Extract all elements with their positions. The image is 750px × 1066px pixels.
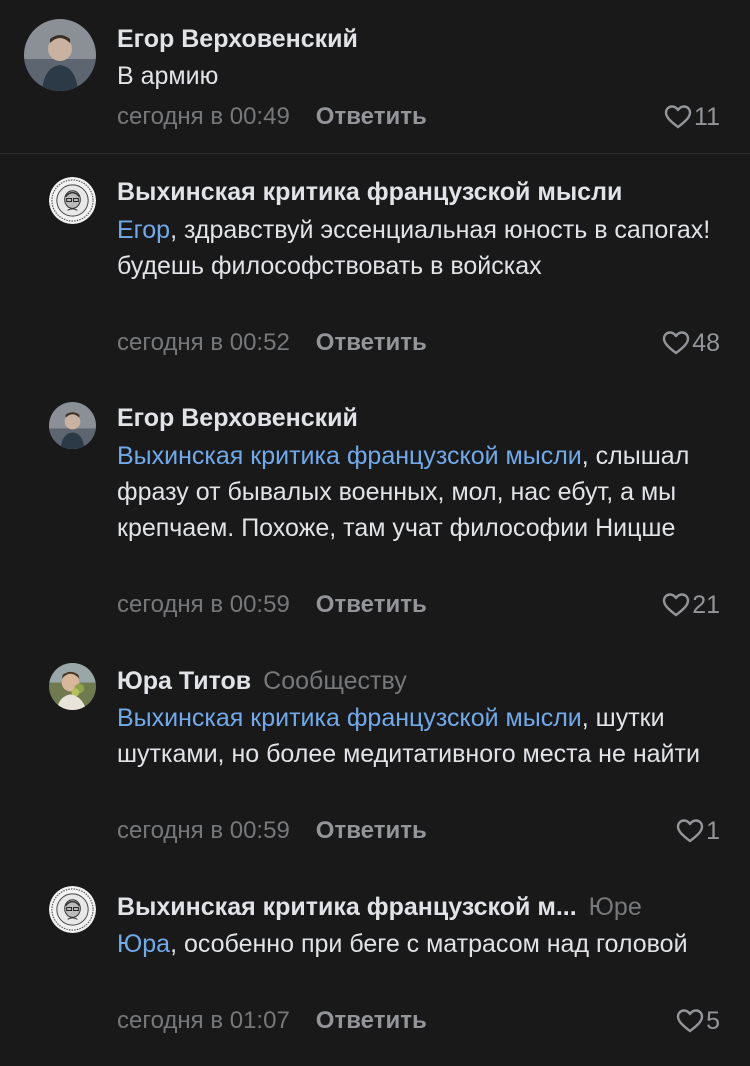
heart-icon	[662, 331, 690, 355]
mention-link[interactable]: Юра	[117, 930, 170, 958]
reply-button[interactable]: Ответить	[316, 103, 427, 130]
reply-target[interactable]: Юре	[589, 893, 642, 921]
comment-author[interactable]: Егор Верховенский	[117, 403, 358, 433]
comment-time: сегодня в 00:49	[117, 103, 290, 130]
avatar[interactable]	[49, 886, 96, 933]
author-name[interactable]: Выхинская критика французской мысли	[117, 178, 622, 206]
divider	[0, 153, 750, 154]
comment-text: Юра, особенно при беге с матрасом над го…	[117, 926, 717, 962]
author-name[interactable]: Егор Верховенский	[117, 25, 358, 53]
heart-icon	[676, 1009, 704, 1033]
comment-author[interactable]: Выхинская критика французской м... Юре	[117, 892, 642, 922]
reply-target[interactable]: Сообществу	[263, 667, 407, 695]
like-count: 11	[694, 103, 720, 131]
heart-icon	[664, 105, 692, 129]
like-button[interactable]: 11	[664, 102, 720, 132]
reply-button[interactable]: Ответить	[316, 329, 427, 356]
comment-body: , особенно при беге с матрасом над голов…	[170, 930, 688, 958]
mention-link[interactable]: Выхинская критика французской мысли	[117, 704, 582, 732]
comment-body: , здравствуй эссенциальная юность в сапо…	[117, 216, 711, 280]
like-button[interactable]: 21	[662, 590, 720, 620]
reply-button[interactable]: Ответить	[316, 817, 427, 844]
author-name[interactable]: Егор Верховенский	[117, 404, 358, 432]
comment-meta: сегодня в 00:49 Ответить	[117, 102, 427, 132]
like-button[interactable]: 5	[676, 1006, 720, 1036]
comment-time: сегодня в 00:59	[117, 591, 290, 618]
avatar[interactable]	[49, 663, 96, 710]
comment-time: сегодня в 00:52	[117, 329, 290, 356]
comment-meta: сегодня в 00:52 Ответить	[117, 328, 427, 358]
comment-text: Егор, здравствуй эссенциальная юность в …	[117, 212, 717, 284]
comment-meta: сегодня в 00:59 Ответить	[117, 816, 427, 846]
avatar[interactable]	[24, 19, 96, 91]
comment-time: сегодня в 00:59	[117, 817, 290, 844]
author-name[interactable]: Юра Титов	[117, 667, 251, 695]
user-photo-icon	[24, 19, 96, 91]
reply-button[interactable]: Ответить	[316, 591, 427, 618]
comment-meta: сегодня в 01:07 Ответить	[117, 1006, 427, 1036]
comment-meta: сегодня в 00:59 Ответить	[117, 590, 427, 620]
avatar[interactable]	[49, 402, 96, 449]
like-button[interactable]: 1	[676, 816, 720, 846]
avatar[interactable]	[49, 177, 96, 224]
comment-body: В армию	[117, 62, 219, 90]
heart-icon	[676, 819, 704, 843]
like-button[interactable]: 48	[662, 328, 720, 358]
like-count: 5	[706, 1007, 720, 1035]
comment-time: сегодня в 01:07	[117, 1007, 290, 1034]
author-name[interactable]: Выхинская критика французской м...	[117, 893, 577, 921]
mention-link[interactable]: Егор	[117, 216, 170, 244]
comment-text: Выхинская критика французской мысли, шут…	[117, 700, 717, 772]
comment-text: В армию	[117, 58, 717, 94]
comment-text: Выхинская критика французской мысли, слы…	[117, 438, 717, 546]
like-count: 21	[692, 591, 720, 619]
mention-link[interactable]: Выхинская критика французской мысли	[117, 442, 582, 470]
comment-author[interactable]: Юра Титов Сообществу	[117, 666, 407, 696]
user-photo-icon	[49, 663, 96, 710]
like-count: 1	[706, 817, 720, 845]
like-count: 48	[692, 329, 720, 357]
reply-button[interactable]: Ответить	[316, 1007, 427, 1034]
user-photo-icon	[49, 402, 96, 449]
heart-icon	[662, 593, 690, 617]
comment-author[interactable]: Выхинская критика французской мысли	[117, 177, 622, 207]
community-logo-icon	[49, 177, 96, 224]
comment-author[interactable]: Егор Верховенский	[117, 24, 358, 54]
community-logo-icon	[49, 886, 96, 933]
